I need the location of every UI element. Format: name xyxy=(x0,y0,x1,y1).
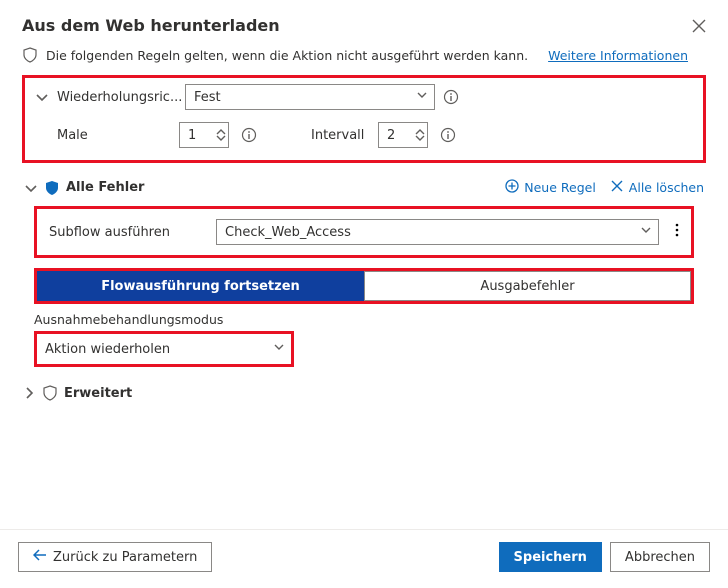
shield-icon xyxy=(22,47,38,63)
exception-mode-select[interactable]: Aktion wiederholen xyxy=(37,334,291,364)
retry-interval-value: 2 xyxy=(387,128,395,143)
subflow-select[interactable]: Check_Web_Access xyxy=(216,219,659,245)
clear-all-label: Alle löschen xyxy=(629,180,704,195)
shield-icon xyxy=(42,385,58,401)
shield-filled-icon xyxy=(44,180,60,196)
save-button[interactable]: Speichern xyxy=(499,542,602,572)
retry-policy-section: Wiederholungsric... Fest Male 1 xyxy=(22,75,706,163)
retry-collapse-toggle[interactable] xyxy=(35,90,49,104)
info-text: Die folgenden Regeln gelten, wenn die Ak… xyxy=(46,48,528,63)
retry-times-label: Male xyxy=(57,128,167,143)
all-errors-title: Alle Fehler xyxy=(66,180,144,195)
retry-interval-label: Intervall xyxy=(311,128,366,143)
retry-interval-input[interactable]: 2 xyxy=(378,122,428,148)
chevron-down-icon xyxy=(416,89,428,105)
advanced-section[interactable]: Erweitert xyxy=(22,385,706,401)
cancel-button[interactable]: Abbrechen xyxy=(610,542,710,572)
cancel-button-label: Abbrechen xyxy=(625,550,695,565)
close-button[interactable] xyxy=(692,19,706,33)
exception-mode-value: Aktion wiederholen xyxy=(45,342,170,357)
spin-down-icon[interactable] xyxy=(216,135,226,141)
x-icon xyxy=(610,179,624,196)
arrow-left-icon xyxy=(33,549,47,565)
retry-policy-label: Wiederholungsric... xyxy=(57,90,177,105)
info-icon[interactable] xyxy=(443,89,459,105)
subflow-label: Subflow ausführen xyxy=(49,225,204,240)
tab-output-error[interactable]: Ausgabefehler xyxy=(364,271,691,301)
tab-continue-flow[interactable]: Flowausführung fortsetzen xyxy=(37,271,364,301)
advanced-label: Erweitert xyxy=(64,386,132,401)
save-button-label: Speichern xyxy=(514,550,587,565)
chevron-down-icon xyxy=(640,224,652,240)
all-errors-header: Alle Fehler Neue Regel Alle löschen xyxy=(22,173,706,200)
back-button-label: Zurück zu Parametern xyxy=(53,550,197,565)
dialog-title: Aus dem Web herunterladen xyxy=(22,16,280,35)
retry-times-input[interactable]: 1 xyxy=(179,122,229,148)
back-button[interactable]: Zurück zu Parametern xyxy=(18,542,212,572)
retry-times-value: 1 xyxy=(188,128,196,143)
info-bar: Die folgenden Regeln gelten, wenn die Ak… xyxy=(22,47,706,63)
info-icon[interactable] xyxy=(440,127,456,143)
retry-mode-value: Fest xyxy=(194,90,221,105)
new-rule-button[interactable]: Neue Regel xyxy=(505,179,596,196)
retry-mode-select[interactable]: Fest xyxy=(185,84,435,110)
chevron-down-icon xyxy=(273,341,285,357)
all-errors-collapse-toggle[interactable] xyxy=(24,181,38,195)
chevron-right-icon xyxy=(22,386,36,400)
rule-more-menu[interactable] xyxy=(675,222,679,242)
new-rule-label: Neue Regel xyxy=(524,180,596,195)
plus-circle-icon xyxy=(505,179,519,196)
more-info-link[interactable]: Weitere Informationen xyxy=(548,48,688,63)
subflow-rule-box: Subflow ausführen Check_Web_Access xyxy=(34,206,694,258)
exception-mode-label: Ausnahmebehandlungsmodus xyxy=(34,312,694,327)
handling-tabs: Flowausführung fortsetzen Ausgabefehler xyxy=(34,268,694,304)
clear-all-button[interactable]: Alle löschen xyxy=(610,179,704,196)
subflow-value: Check_Web_Access xyxy=(225,225,351,240)
info-icon[interactable] xyxy=(241,127,257,143)
spin-down-icon[interactable] xyxy=(415,135,425,141)
